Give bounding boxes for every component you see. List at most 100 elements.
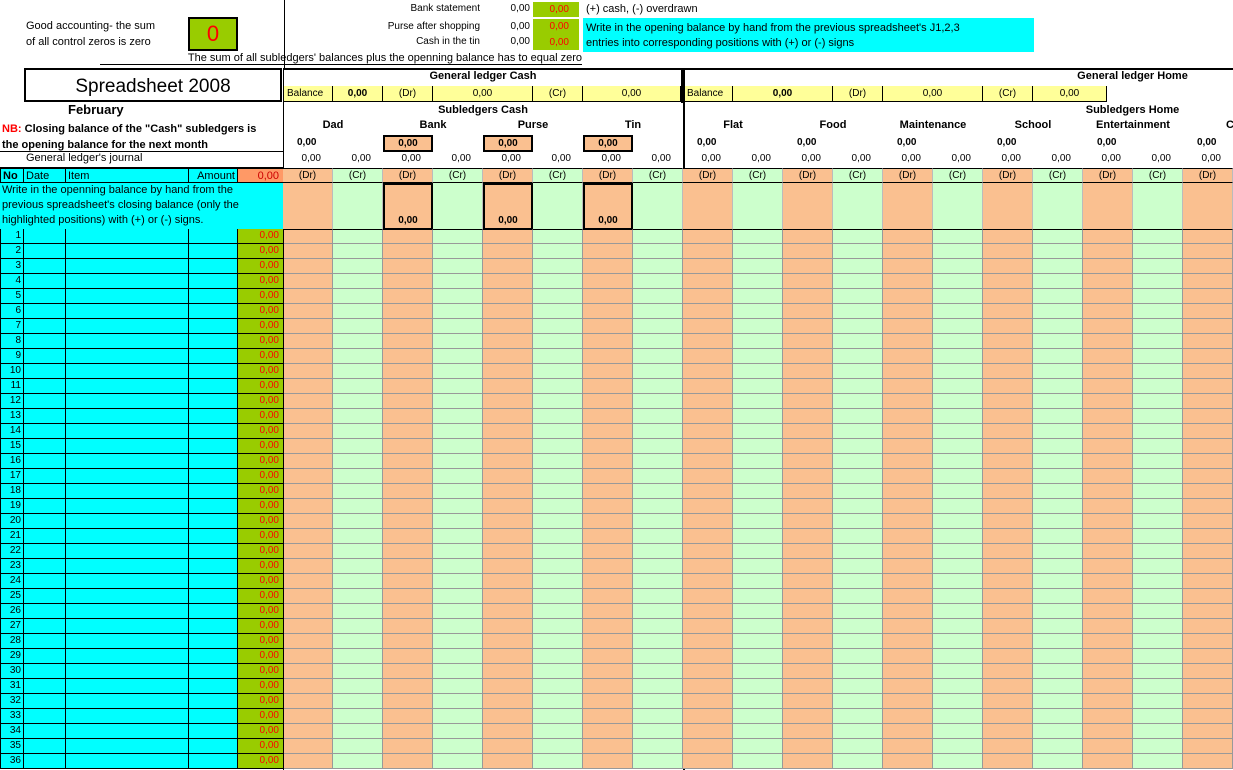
journal-row-amount[interactable] bbox=[189, 304, 238, 319]
subledger-entertainment-dr-column[interactable] bbox=[1083, 229, 1133, 769]
journal-row-amount[interactable] bbox=[189, 694, 238, 709]
subledger-dad-opening-cr[interactable] bbox=[333, 183, 383, 229]
journal-row-date[interactable] bbox=[24, 529, 66, 544]
journal-row-amount[interactable] bbox=[189, 559, 238, 574]
tin-value[interactable]: 0,00 bbox=[484, 36, 530, 47]
journal-row-amount[interactable] bbox=[189, 259, 238, 274]
journal-row-item[interactable] bbox=[66, 334, 189, 349]
subledger-school-opening-dr[interactable] bbox=[983, 183, 1033, 229]
journal-row-date[interactable] bbox=[24, 319, 66, 334]
subledger-tin-dr-column[interactable] bbox=[583, 229, 633, 769]
journal-row-item[interactable] bbox=[66, 274, 189, 289]
subledger-purse-opening-input[interactable]: 0,00 bbox=[483, 183, 533, 230]
journal-row-item[interactable] bbox=[66, 649, 189, 664]
journal-row-item[interactable] bbox=[66, 574, 189, 589]
purse-value[interactable]: 0,00 bbox=[484, 21, 530, 32]
journal-row-date[interactable] bbox=[24, 664, 66, 679]
subledger-school-opening-cr[interactable] bbox=[1033, 183, 1083, 229]
journal-row-amount[interactable] bbox=[189, 709, 238, 724]
journal-row-date[interactable] bbox=[24, 409, 66, 424]
journal-row-date[interactable] bbox=[24, 649, 66, 664]
subledger-maintenance-cr-column[interactable] bbox=[933, 229, 983, 769]
journal-row-amount[interactable] bbox=[189, 679, 238, 694]
subledger-bank-cr-column[interactable] bbox=[433, 229, 483, 769]
subledger-bank-opening-cr[interactable] bbox=[433, 183, 483, 229]
subledger-food-opening-cr[interactable] bbox=[833, 183, 883, 229]
journal-row-item[interactable] bbox=[66, 559, 189, 574]
journal-row-amount[interactable] bbox=[189, 724, 238, 739]
subledger-food-dr-column[interactable] bbox=[783, 229, 833, 769]
journal-row-item[interactable] bbox=[66, 364, 189, 379]
journal-row-item[interactable] bbox=[66, 529, 189, 544]
journal-row-date[interactable] bbox=[24, 229, 66, 244]
subledger-food-opening-dr[interactable] bbox=[783, 183, 833, 229]
journal-row-amount[interactable] bbox=[189, 349, 238, 364]
journal-row-date[interactable] bbox=[24, 484, 66, 499]
journal-row-amount[interactable] bbox=[189, 604, 238, 619]
journal-row-amount[interactable] bbox=[189, 664, 238, 679]
journal-row-item[interactable] bbox=[66, 544, 189, 559]
journal-row-item[interactable] bbox=[66, 394, 189, 409]
journal-row-amount[interactable] bbox=[189, 379, 238, 394]
journal-row-item[interactable] bbox=[66, 634, 189, 649]
subledger-bank-dr-column[interactable] bbox=[383, 229, 433, 769]
journal-row-date[interactable] bbox=[24, 754, 66, 769]
journal-row-date[interactable] bbox=[24, 679, 66, 694]
subledger-entertainment-cr-column[interactable] bbox=[1133, 229, 1183, 769]
journal-row-date[interactable] bbox=[24, 439, 66, 454]
subledger-flat-opening-dr[interactable] bbox=[683, 183, 733, 229]
subledger-dad-dr-column[interactable] bbox=[283, 229, 333, 769]
journal-row-date[interactable] bbox=[24, 589, 66, 604]
journal-row-amount[interactable] bbox=[189, 469, 238, 484]
subledger-entertainment-opening-dr[interactable] bbox=[1083, 183, 1133, 229]
journal-row-date[interactable] bbox=[24, 364, 66, 379]
journal-row-date[interactable] bbox=[24, 694, 66, 709]
journal-row-date[interactable] bbox=[24, 274, 66, 289]
journal-row-item[interactable] bbox=[66, 424, 189, 439]
subledger-dad-opening-dr[interactable] bbox=[283, 183, 333, 229]
journal-row-amount[interactable] bbox=[189, 589, 238, 604]
control-zero-total[interactable]: 0 bbox=[188, 17, 238, 51]
journal-row-item[interactable] bbox=[66, 349, 189, 364]
subledger-flat-dr-column[interactable] bbox=[683, 229, 733, 769]
journal-row-item[interactable] bbox=[66, 454, 189, 469]
journal-row-item[interactable] bbox=[66, 514, 189, 529]
journal-row-item[interactable] bbox=[66, 739, 189, 754]
subledger-purse-opening-cr[interactable] bbox=[533, 183, 583, 229]
journal-row-amount[interactable] bbox=[189, 514, 238, 529]
subledger-maintenance-dr-column[interactable] bbox=[883, 229, 933, 769]
journal-row-item[interactable] bbox=[66, 259, 189, 274]
journal-row-date[interactable] bbox=[24, 289, 66, 304]
subledger-flat-cr-column[interactable] bbox=[733, 229, 783, 769]
journal-row-date[interactable] bbox=[24, 574, 66, 589]
journal-row-date[interactable] bbox=[24, 394, 66, 409]
journal-row-amount[interactable] bbox=[189, 619, 238, 634]
journal-row-amount[interactable] bbox=[189, 364, 238, 379]
journal-row-amount[interactable] bbox=[189, 319, 238, 334]
subledger-purse-cr-column[interactable] bbox=[533, 229, 583, 769]
bank-statement-value[interactable]: 0,00 bbox=[484, 3, 530, 14]
journal-row-item[interactable] bbox=[66, 619, 189, 634]
subledger-tin-opening-cr[interactable] bbox=[633, 183, 683, 229]
subledger-bank-opening-input[interactable]: 0,00 bbox=[383, 183, 433, 230]
journal-row-date[interactable] bbox=[24, 739, 66, 754]
journal-row-item[interactable] bbox=[66, 289, 189, 304]
subledger-maintenance-opening-cr[interactable] bbox=[933, 183, 983, 229]
journal-row-date[interactable] bbox=[24, 499, 66, 514]
subledger-entertainment-opening-cr[interactable] bbox=[1133, 183, 1183, 229]
subledger-maintenance-opening-dr[interactable] bbox=[883, 183, 933, 229]
journal-row-date[interactable] bbox=[24, 709, 66, 724]
journal-row-amount[interactable] bbox=[189, 394, 238, 409]
journal-row-date[interactable] bbox=[24, 334, 66, 349]
subledger-school-dr-column[interactable] bbox=[983, 229, 1033, 769]
journal-row-amount[interactable] bbox=[189, 334, 238, 349]
journal-row-date[interactable] bbox=[24, 454, 66, 469]
journal-row-amount[interactable] bbox=[189, 454, 238, 469]
journal-row-item[interactable] bbox=[66, 229, 189, 244]
journal-row-item[interactable] bbox=[66, 664, 189, 679]
journal-row-amount[interactable] bbox=[189, 649, 238, 664]
subledger-tin-closing[interactable]: 0,00 bbox=[583, 135, 633, 152]
journal-row-amount[interactable] bbox=[189, 574, 238, 589]
journal-row-item[interactable] bbox=[66, 439, 189, 454]
journal-row-date[interactable] bbox=[24, 724, 66, 739]
